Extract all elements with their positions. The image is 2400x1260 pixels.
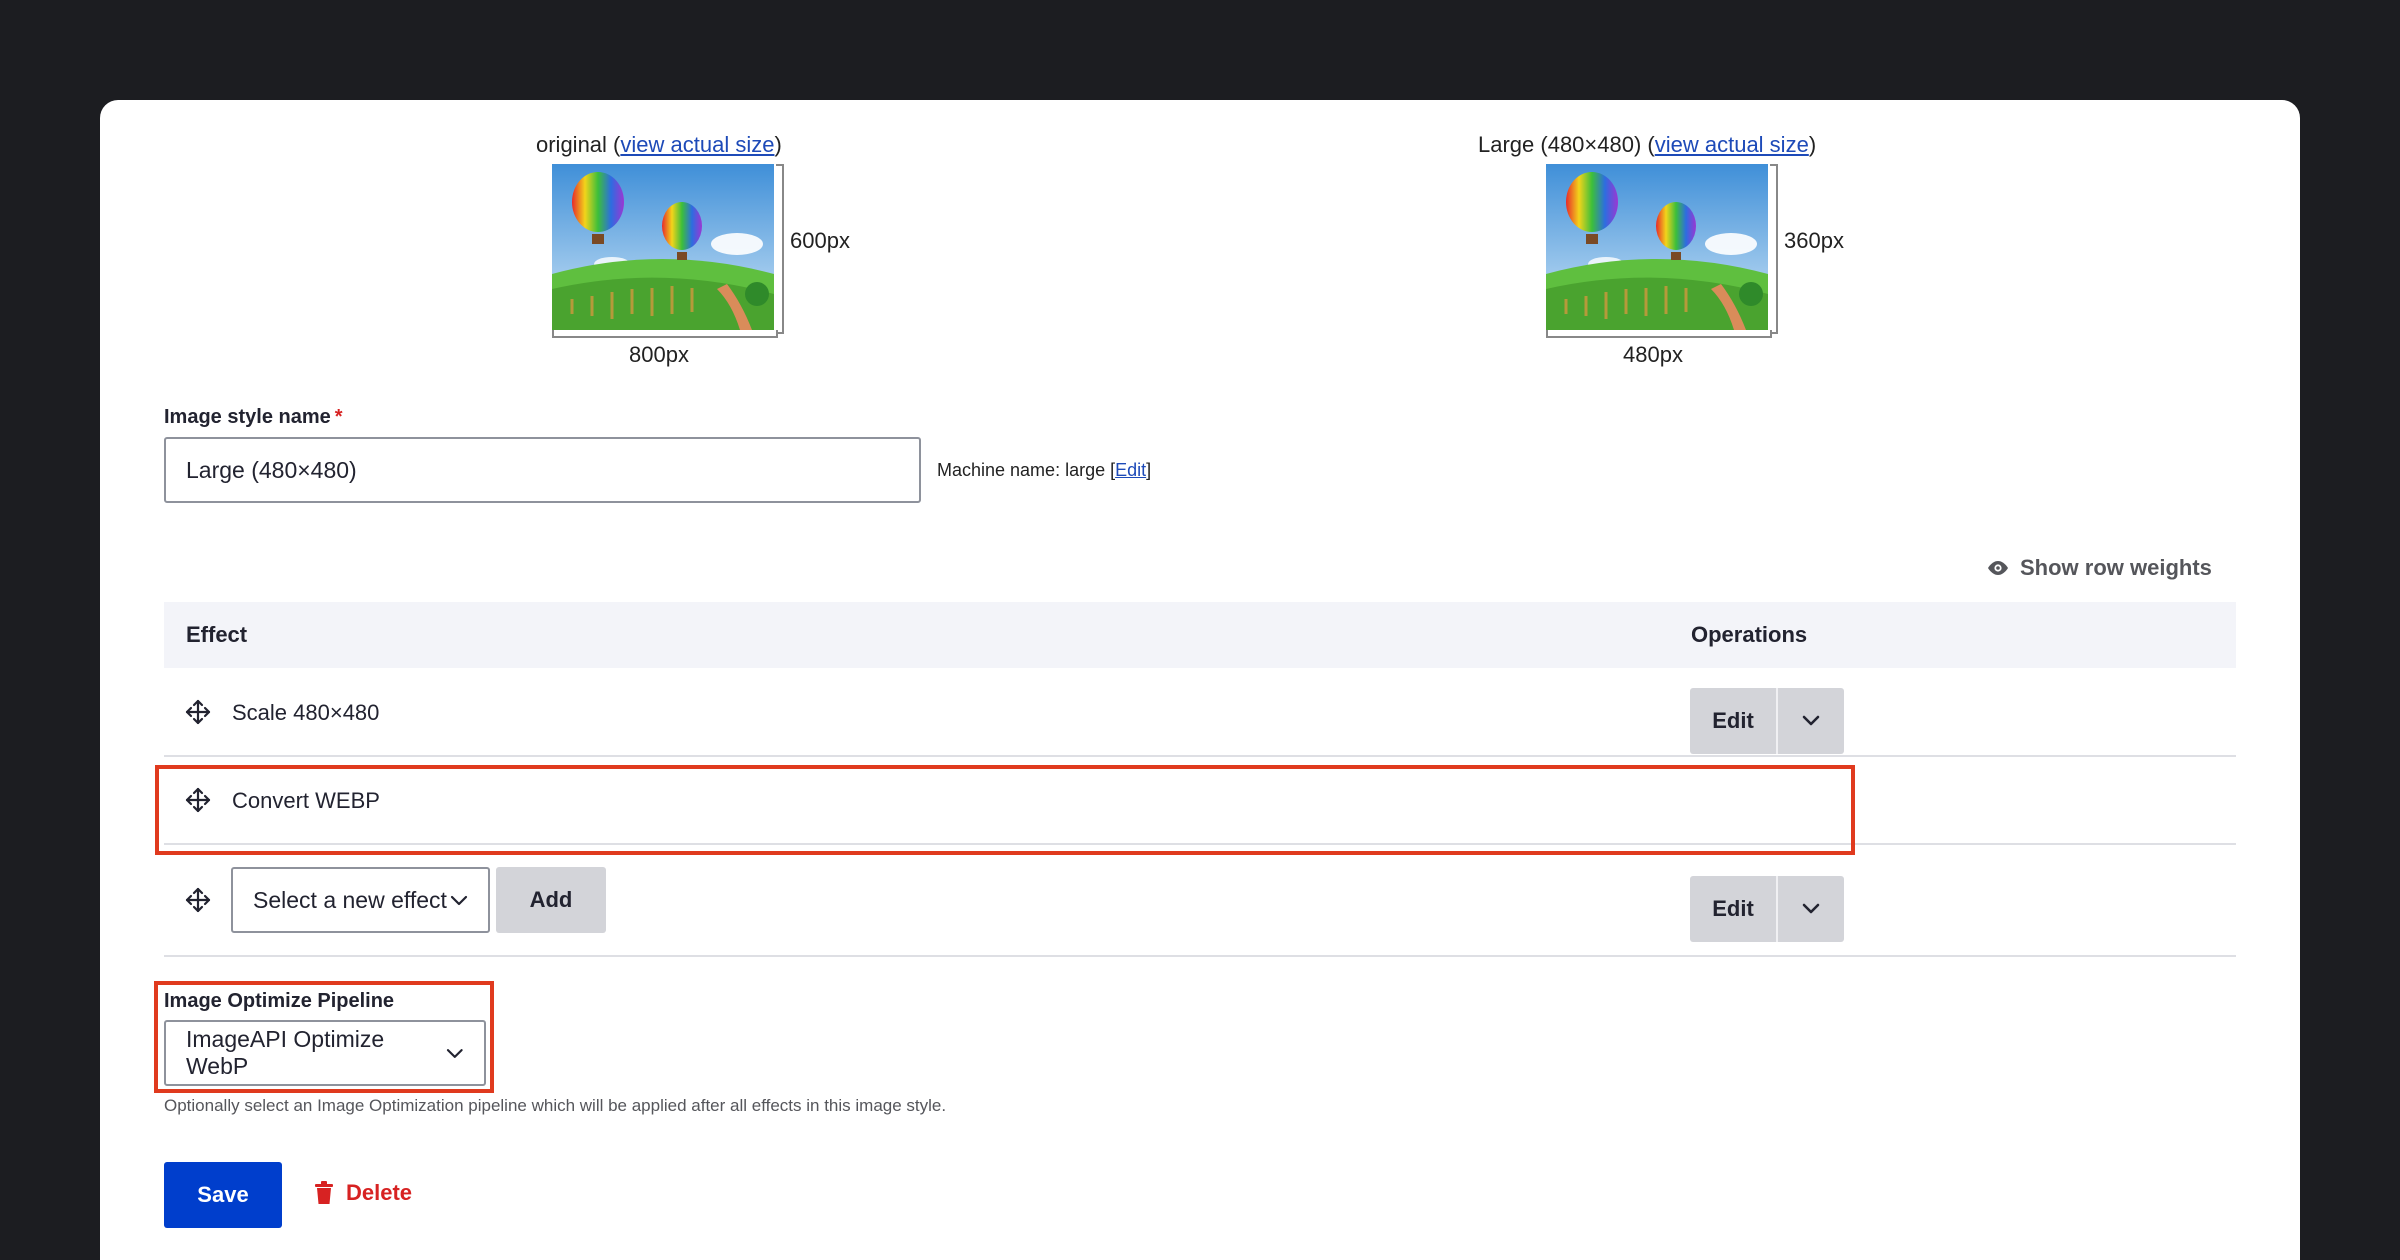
image-style-name-label: Image style name * <box>164 406 343 428</box>
original-preview-image[interactable] <box>552 164 774 330</box>
original-height-label: 600px <box>790 228 850 253</box>
column-header-operations: Operations <box>1691 622 1808 647</box>
operations-toggle[interactable] <box>1778 876 1844 942</box>
machine-name: Machine name: large [Edit] <box>937 460 1152 480</box>
highlight-convert-webp-row <box>155 765 1855 855</box>
pipeline-label: Image Optimize Pipeline <box>164 990 395 1012</box>
eye-icon <box>1988 561 2008 575</box>
edit-button[interactable]: Edit <box>1690 876 1778 942</box>
operations-dropbutton: Edit <box>1690 688 1844 754</box>
required-marker: * <box>334 406 343 428</box>
trash-icon <box>315 1181 333 1204</box>
delete-link[interactable]: Delete <box>314 1180 412 1206</box>
derived-preview-image[interactable] <box>1546 164 1768 330</box>
chevron-down-icon <box>1802 715 1820 726</box>
original-width-marker <box>552 330 778 338</box>
effects-table-header <box>164 602 2236 668</box>
edit-button[interactable]: Edit <box>1690 688 1778 754</box>
show-row-weights-button[interactable]: Show row weights <box>1986 555 2212 581</box>
effect-name: Scale 480×480 <box>232 700 380 725</box>
chevron-down-icon <box>447 1048 464 1058</box>
original-caption: original (view actual size) <box>536 132 782 157</box>
derived-height-marker <box>1770 164 1778 334</box>
operations-dropbutton: Edit <box>1690 876 1844 942</box>
original-height-marker <box>776 164 784 334</box>
image-style-form: original (view actual size) 600px 800px … <box>100 100 2300 1260</box>
save-button[interactable]: Save <box>164 1162 282 1228</box>
original-view-actual-size-link[interactable]: view actual size <box>620 132 774 157</box>
pipeline-description: Optionally select an Image Optimization … <box>164 1096 947 1115</box>
original-width-label: 800px <box>629 342 689 367</box>
derived-width-label: 480px <box>1623 342 1683 367</box>
drag-handle-icon[interactable] <box>184 886 212 914</box>
derived-view-actual-size-link[interactable]: view actual size <box>1655 132 1809 157</box>
table-bottom-divider <box>164 955 2236 957</box>
chevron-down-icon <box>450 895 468 905</box>
derived-caption: Large (480×480) (view actual size) <box>1478 132 1817 157</box>
machine-name-edit-link[interactable]: Edit <box>1115 460 1146 480</box>
add-effect-button[interactable]: Add <box>496 867 606 933</box>
row-divider <box>164 755 2236 757</box>
derived-width-marker <box>1546 330 1772 338</box>
new-effect-select[interactable]: Select a new effect <box>231 867 490 933</box>
operations-toggle[interactable] <box>1778 688 1844 754</box>
derived-height-label: 360px <box>1784 228 1844 253</box>
column-header-effect: Effect <box>186 622 248 647</box>
image-style-name-input[interactable]: Large (480×480) <box>164 437 921 503</box>
drag-handle-icon[interactable] <box>184 698 212 726</box>
chevron-down-icon <box>1802 903 1820 914</box>
pipeline-select[interactable]: ImageAPI Optimize WebP <box>164 1020 486 1086</box>
